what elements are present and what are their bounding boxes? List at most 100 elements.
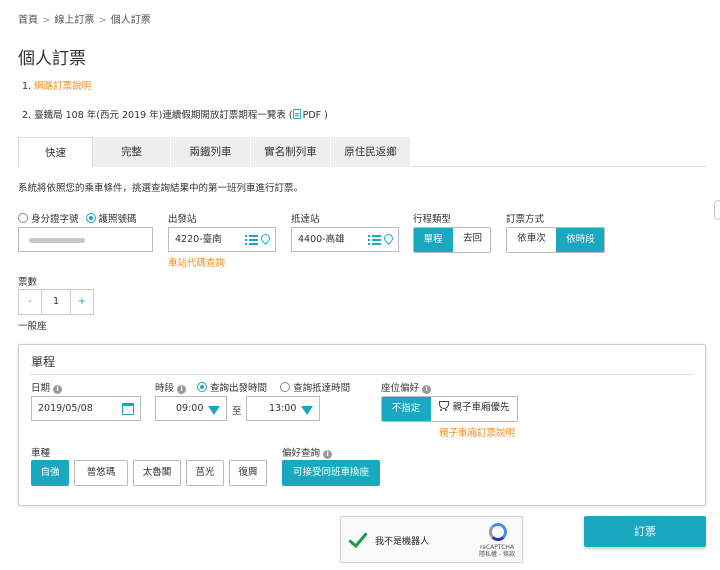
masked-id-value xyxy=(29,238,85,243)
checkmark-icon[interactable] xyxy=(348,527,368,549)
seat-class-label: 一般座 xyxy=(18,321,47,332)
dropdown-arrow-icon xyxy=(301,406,313,415)
pdf-label: PDF ) xyxy=(302,110,328,121)
by-time-button[interactable]: 依時段 xyxy=(556,228,604,252)
info-icon[interactable]: i xyxy=(422,385,432,394)
one-way-button[interactable]: 單程 xyxy=(414,228,453,252)
ticket-count-stepper: - 1 + xyxy=(18,289,94,315)
query-arrival-time-radio[interactable]: 查詢抵達時間 xyxy=(280,382,351,394)
info-icon[interactable]: i xyxy=(53,385,63,394)
note-2: 2. 臺鐵局 108 年(西元 2019 年)連續假期開放訂票期程一覽表 ( PD… xyxy=(22,107,328,121)
scroll-handle[interactable] xyxy=(714,200,720,220)
station-list-icon[interactable] xyxy=(245,234,258,246)
booking-method-toggle: 依車次 依時段 xyxy=(506,227,605,253)
map-pin-icon[interactable] xyxy=(384,234,393,246)
recaptcha-widget[interactable]: 我不是機器人 reCAPTCHA 隱私權 - 條款 xyxy=(340,516,523,563)
recaptcha-logo-icon xyxy=(489,523,507,541)
no-preference-button[interactable]: 不指定 xyxy=(382,397,431,421)
ticket-decrease-button[interactable]: - xyxy=(19,290,41,314)
book-ticket-button[interactable]: 訂票 xyxy=(584,516,706,547)
family-car-priority-button[interactable]: 親子車廂優先 xyxy=(431,397,517,421)
family-car-label: 親子車廂優先 xyxy=(452,402,510,413)
query-departure-time-label: 查詢出發時間 xyxy=(210,383,268,394)
map-pin-icon[interactable] xyxy=(261,234,270,246)
radio-icon xyxy=(18,213,28,223)
note-2-text: 2. 臺鐵局 108 年(西元 2019 年)連續假期開放訂票期程一覽表 ( xyxy=(22,110,293,121)
dropdown-arrow-icon xyxy=(208,406,220,415)
calendar-icon[interactable] xyxy=(122,403,134,415)
train-type-puyuma[interactable]: 普悠瑪 xyxy=(74,460,128,486)
train-type-chu-kuang[interactable]: 莒光 xyxy=(186,460,224,486)
id-type-group: 身分證字號 護照號碼 xyxy=(18,211,137,225)
time-range-label: 時段 xyxy=(155,383,175,394)
breadcrumb-separator: > xyxy=(98,15,107,26)
recaptcha-branding: reCAPTCHA 隱私權 - 條款 xyxy=(471,544,523,558)
tab-real-name-train[interactable]: 實名制列車 xyxy=(251,137,331,167)
train-type-taroko[interactable]: 太魯閣 xyxy=(133,460,181,486)
booking-tabs: 快速 完整 兩鐵列車 實名制列車 原住民返鄉 xyxy=(18,137,706,168)
time-range-group: 時段 i 查詢出發時間 查詢抵達時間 xyxy=(155,380,350,394)
train-type-fu-hsing[interactable]: 復興 xyxy=(229,460,267,486)
preference-query-label: 偏好查詢 i xyxy=(282,445,333,459)
trip-type-toggle: 單程 去回 xyxy=(413,227,491,253)
seat-preference-toggle: 不指定 親子車廂優先 xyxy=(381,396,518,422)
departure-station-input[interactable]: 4220-臺南 xyxy=(168,227,276,252)
online-booking-guide-link[interactable]: 網路訂票說明 xyxy=(34,81,91,92)
note-1: 1. 網路訂票說明 xyxy=(22,78,91,92)
accept-seat-change-button[interactable]: 可接受同班車換座 xyxy=(282,460,380,486)
holiday-schedule-pdf-link[interactable]: PDF ) xyxy=(292,109,328,121)
ticket-count-value[interactable]: 1 xyxy=(41,290,71,314)
tab-bike-train[interactable]: 兩鐵列車 xyxy=(171,137,251,167)
recaptcha-label: 我不是機器人 xyxy=(375,537,430,547)
radio-icon xyxy=(280,382,291,392)
date-input[interactable]: 2019/05/08 xyxy=(31,396,141,421)
stroller-icon xyxy=(439,401,450,411)
booking-method-label: 訂票方式 xyxy=(506,214,545,225)
arrival-station-input[interactable]: 4400-高雄 xyxy=(291,227,399,252)
recaptcha-terms[interactable]: 隱私權 - 條款 xyxy=(471,551,523,558)
arrival-label: 抵達站 xyxy=(291,214,320,225)
preference-query-label-text: 偏好查詢 xyxy=(282,448,321,459)
info-icon[interactable]: i xyxy=(177,385,187,394)
station-code-lookup-link[interactable]: 車站代碼查詢 xyxy=(168,255,225,269)
start-time-select[interactable]: 09:00 xyxy=(155,396,227,421)
query-arrival-time-label: 查詢抵達時間 xyxy=(293,383,351,394)
tab-quick[interactable]: 快速 xyxy=(18,137,93,168)
id-input[interactable] xyxy=(18,227,153,252)
ticket-increase-button[interactable]: + xyxy=(71,290,93,314)
panel-title: 單程 xyxy=(31,355,56,369)
arrival-station-value: 4400-高雄 xyxy=(298,234,345,245)
quick-booking-description: 系統將依照您的乘車條件，挑選查詢結果中的第一班列車進行訂票。 xyxy=(18,183,304,194)
end-time-select[interactable]: 13:00 xyxy=(246,396,320,421)
date-label: 日期 i xyxy=(31,380,63,394)
family-car-guide-link[interactable]: 親子車廂訂票說明 xyxy=(439,425,515,439)
departure-label: 出發站 xyxy=(168,214,197,225)
radio-selected-icon xyxy=(197,382,208,392)
breadcrumb-separator: > xyxy=(42,15,51,26)
info-icon[interactable]: i xyxy=(323,450,333,459)
query-departure-time-radio[interactable]: 查詢出發時間 xyxy=(197,382,268,394)
one-way-panel: 單程 日期 i 2019/05/08 時段 i 查詢出發時間 查詢抵達時間 09:0… xyxy=(18,344,706,506)
breadcrumb-home[interactable]: 首頁 xyxy=(18,15,38,26)
breadcrumb-online-booking[interactable]: 線上訂票 xyxy=(54,15,94,26)
ticket-count-label: 票數 xyxy=(18,277,38,288)
recaptcha-brand: reCAPTCHA xyxy=(479,544,515,551)
panel-divider xyxy=(31,374,693,375)
breadcrumb: 首頁 > 線上訂票 > 個人訂票 xyxy=(18,11,151,26)
seat-preference-label-text: 座位偏好 xyxy=(381,383,420,394)
by-train-button[interactable]: 依車次 xyxy=(507,228,557,252)
train-type-tze-chiang[interactable]: 自強 xyxy=(31,460,69,486)
page-title: 個人訂票 xyxy=(18,49,86,69)
passport-radio[interactable]: 護照號碼 xyxy=(85,213,137,225)
time-to-word: 至 xyxy=(232,406,242,417)
tab-indigenous-return[interactable]: 原住民返鄉 xyxy=(331,137,411,167)
end-time-value: 13:00 xyxy=(269,403,297,414)
passport-label: 護照號碼 xyxy=(98,214,137,225)
round-trip-button[interactable]: 去回 xyxy=(453,228,490,252)
tab-full[interactable]: 完整 xyxy=(93,137,171,167)
radio-selected-icon xyxy=(85,213,96,223)
departure-station-value: 4220-臺南 xyxy=(175,234,222,245)
id-number-radio[interactable]: 身分證字號 xyxy=(18,213,79,225)
station-list-icon[interactable] xyxy=(368,234,381,246)
start-time-value: 09:00 xyxy=(176,403,204,414)
